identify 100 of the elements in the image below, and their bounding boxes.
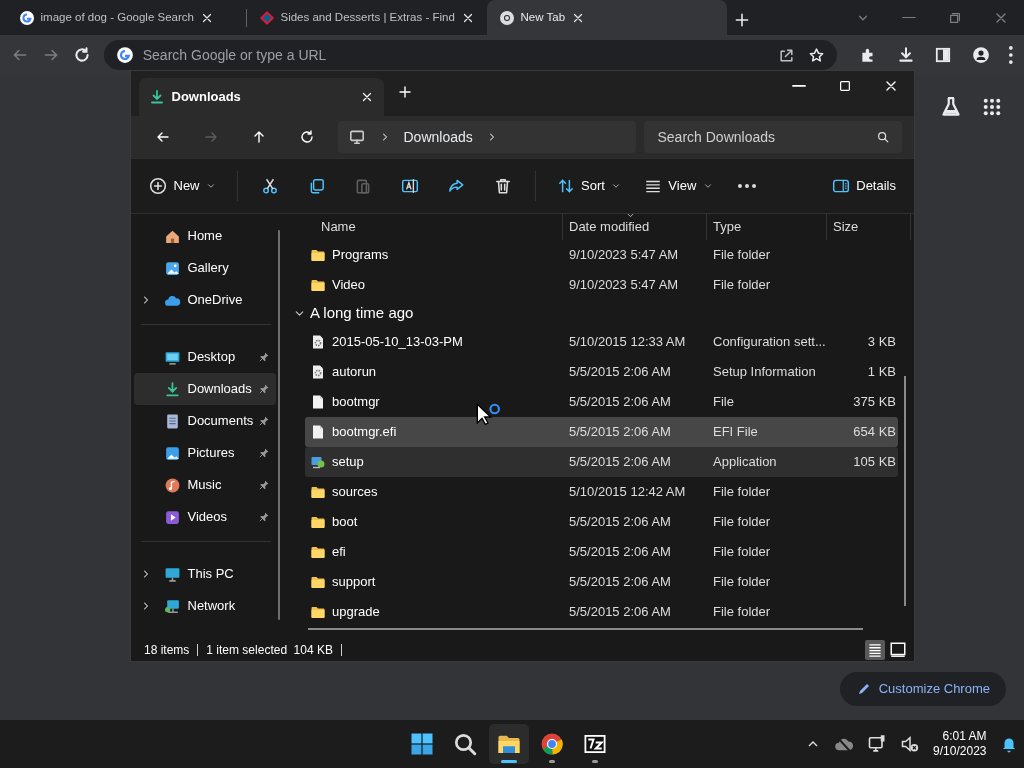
column-header[interactable]: Type — [707, 214, 827, 240]
sidebar-item[interactable]: Home — [134, 220, 276, 252]
date-modified: 5/5/2015 2:06 AM — [568, 573, 672, 592]
file-explorer-button[interactable] — [488, 724, 529, 764]
explorer-tab[interactable]: Downloads — [139, 78, 384, 116]
sidebar-item[interactable]: Network — [134, 590, 276, 622]
folder-icon — [310, 514, 326, 530]
file-name: setup — [332, 453, 364, 472]
volume-button[interactable] — [900, 734, 921, 754]
search-icon — [876, 130, 890, 144]
bookmark-button[interactable] — [807, 46, 825, 64]
share-button[interactable] — [777, 46, 795, 64]
scrollbar[interactable] — [308, 628, 863, 630]
menu-button[interactable] — [1009, 46, 1013, 64]
column-header[interactable]: Size — [827, 214, 911, 240]
downloads-button[interactable] — [896, 46, 915, 64]
file-row[interactable]: setup 5/5/2015 2:06 AM Application 105 KB — [305, 447, 898, 477]
customize-chrome-button[interactable]: Customize Chrome — [840, 672, 1006, 706]
breadcrumb-item[interactable]: Downloads — [403, 126, 473, 148]
file-type: File folder — [712, 276, 772, 295]
profile-button[interactable] — [971, 46, 990, 64]
search-field[interactable]: Search Downloads — [655, 125, 876, 149]
settings-file-icon — [310, 334, 326, 350]
sidebar-item[interactable]: OneDrive — [134, 284, 276, 316]
reload-button[interactable] — [73, 46, 92, 64]
date-modified: 5/10/2015 12:42 AM — [568, 483, 687, 502]
tab-title: image of dog - Google Search — [40, 9, 194, 25]
date-modified: 5/10/2015 12:33 AM — [568, 333, 687, 352]
search-box[interactable]: Search Downloads — [643, 121, 902, 153]
sidebar-item[interactable]: Downloads — [134, 373, 276, 405]
file-type: File — [712, 393, 735, 412]
file-row[interactable]: Programs 9/10/2023 5:47 AM File folder — [305, 240, 898, 270]
sidebar-item[interactable]: Music — [134, 469, 276, 501]
selection-info: 1 item selected — [206, 642, 288, 659]
file-row[interactable]: efi 5/5/2015 2:06 AM File folder — [305, 537, 898, 567]
preview-view-button[interactable] — [888, 640, 908, 660]
details-button[interactable]: Details — [823, 169, 904, 203]
trash-icon — [493, 177, 512, 195]
new-button[interactable]: New — [141, 169, 224, 203]
maximize-icon — [838, 79, 852, 93]
chrome-icon — [539, 732, 564, 756]
view-button[interactable]: View — [635, 169, 721, 203]
plus-circle-icon — [149, 177, 167, 195]
file-row[interactable]: 2015-05-10_13-03-PM 5/10/2015 12:33 AM Configuration sett... 3 KB — [305, 327, 898, 357]
rename-icon — [400, 177, 419, 195]
sidebar-item[interactable]: Videos — [134, 501, 276, 533]
file-type: Configuration sett... — [712, 333, 827, 352]
music-icon — [164, 476, 181, 494]
browser-tab[interactable]: Sides and Desserts | Extras - Find — [246, 0, 487, 35]
date-modified: 5/5/2015 2:06 AM — [568, 393, 672, 412]
sidebar-item[interactable]: This PC — [134, 558, 276, 590]
clipboard-icon — [354, 177, 372, 195]
date-modified: 5/5/2015 2:06 AM — [568, 543, 672, 562]
sidebar-item[interactable]: Documents — [134, 405, 276, 437]
sort-button[interactable]: Sort — [548, 169, 630, 203]
settings-file-icon — [310, 364, 326, 380]
folder-icon — [310, 544, 326, 560]
more-icon — [1009, 46, 1013, 64]
details-view-button[interactable] — [864, 640, 885, 660]
volume-muted-icon — [900, 734, 921, 754]
folder-icon — [310, 484, 326, 500]
file-icon — [310, 394, 326, 410]
file-type: File folder — [712, 603, 772, 622]
close-tab-button[interactable] — [360, 90, 374, 104]
file-size: 3 KB — [866, 333, 897, 352]
pictures-icon — [164, 444, 181, 462]
file-type: File folder — [712, 483, 772, 502]
file-row[interactable]: bootmgr 5/5/2015 2:06 AM File 375 KB — [305, 387, 898, 417]
browser-tab[interactable]: New Tab — [486, 0, 727, 35]
download-icon — [896, 46, 915, 64]
side-panel-button[interactable] — [934, 46, 953, 64]
browser-tab[interactable]: image of dog - Google Search — [6, 0, 247, 35]
network-icon — [867, 734, 888, 754]
file-name: Video — [332, 276, 365, 295]
file-size: 654 KB — [852, 423, 897, 442]
scrollbar[interactable] — [278, 230, 280, 620]
file-row[interactable]: upgrade 5/5/2015 2:06 AM File folder — [305, 597, 898, 627]
column-header[interactable]: Name — [289, 214, 563, 240]
network-icon — [164, 597, 181, 615]
file-row[interactable]: support 5/5/2015 2:06 AM File folder — [305, 567, 898, 597]
sidebar-item[interactable]: Pictures — [134, 437, 276, 469]
sidebar-item[interactable]: Desktop — [134, 341, 276, 373]
column-header[interactable]: Date modified — [563, 214, 707, 240]
address-bar[interactable]: Downloads — [337, 121, 636, 153]
caret-icon — [611, 181, 622, 191]
file-row[interactable]: boot 5/5/2015 2:06 AM File folder — [305, 507, 898, 537]
sidebar-item[interactable]: Gallery — [134, 252, 276, 284]
file-row[interactable]: sources 5/10/2015 12:42 AM File folder — [305, 477, 898, 507]
date-modified: 5/5/2015 2:06 AM — [568, 423, 672, 442]
file-row[interactable]: bootmgr.efi 5/5/2015 2:06 AM EFI File 654 KB — [305, 417, 898, 447]
file-type: EFI File — [712, 423, 759, 442]
network-button[interactable] — [867, 734, 888, 754]
file-name: bootmgr.efi — [332, 423, 397, 442]
file-row[interactable]: Video 9/10/2023 5:47 AM File folder — [305, 270, 898, 300]
scrollbar[interactable] — [904, 376, 906, 606]
group-header[interactable]: A long time ago — [293, 300, 898, 327]
gallery-icon — [164, 259, 181, 277]
new-tab-button[interactable] — [397, 84, 413, 100]
address-bar[interactable]: Search Google or type a URL — [104, 40, 837, 70]
file-row[interactable]: autorun 5/5/2015 2:06 AM Setup Information 1 KB — [305, 357, 898, 387]
